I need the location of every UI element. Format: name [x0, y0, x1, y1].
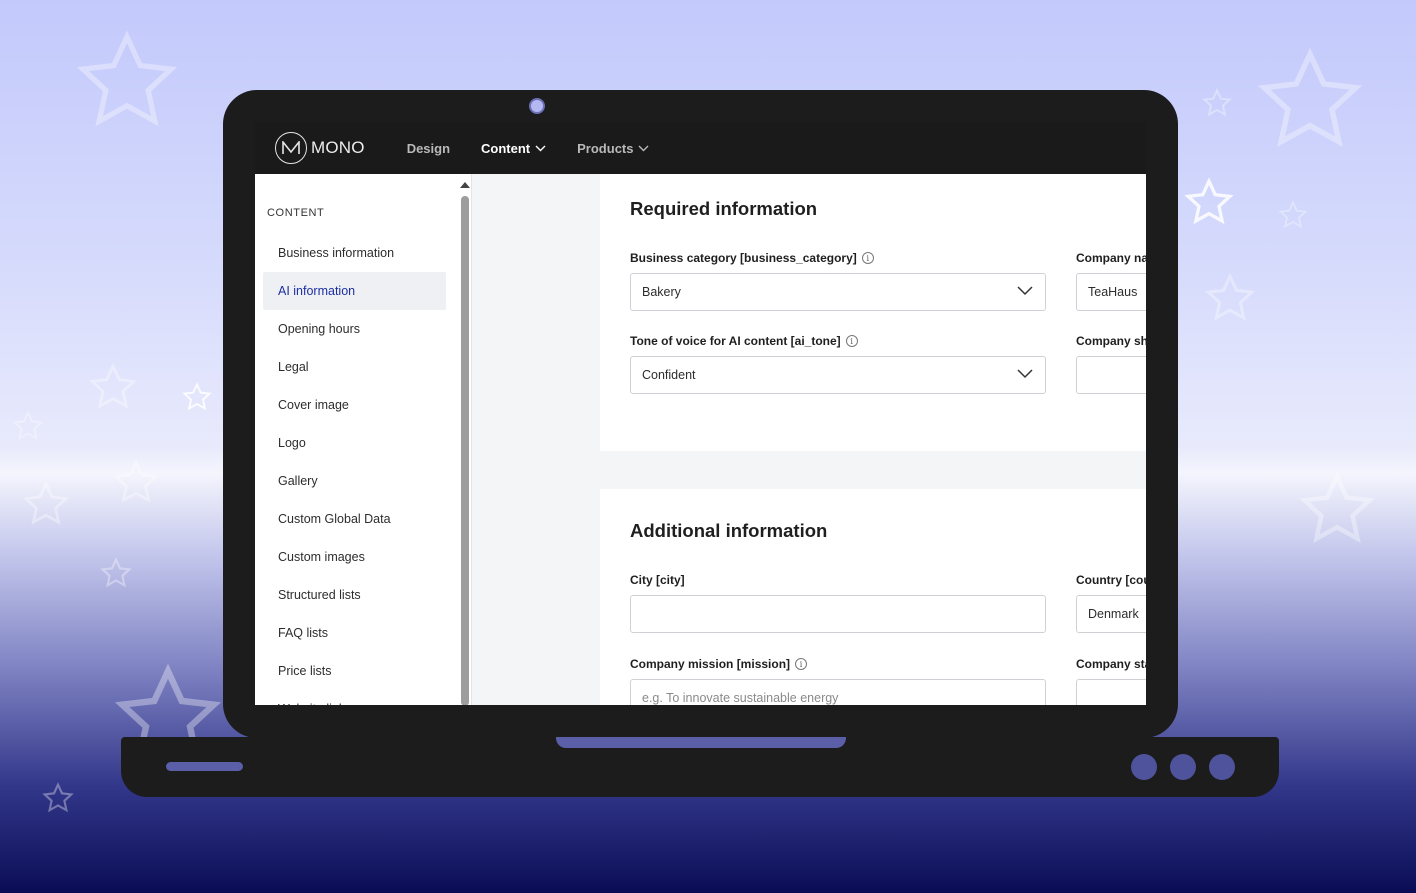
laptop-hinge: [556, 737, 846, 748]
star-icon: [100, 557, 132, 589]
laptop-port: [1131, 754, 1157, 780]
info-icon[interactable]: i: [795, 658, 808, 670]
star-icon: [1184, 177, 1234, 227]
nav-design[interactable]: Design: [407, 141, 450, 156]
nav-products-label: Products: [577, 140, 634, 156]
business-category-label-text: Business category [business_category]: [630, 251, 857, 265]
company-statement-input[interactable]: [1076, 679, 1146, 705]
star-icon: [72, 28, 182, 134]
sidebar-item-ai-information[interactable]: AI information: [263, 272, 446, 310]
star-icon: [22, 480, 70, 528]
business-category-value: Bakery: [642, 285, 681, 299]
top-navigation: MONO Design Content Products: [255, 122, 1146, 174]
sidebar-item-custom-images[interactable]: Custom images: [263, 538, 446, 576]
sidebar-item-legal[interactable]: Legal: [263, 348, 446, 386]
webcam: [529, 98, 545, 114]
section-title-required: Required information: [630, 198, 818, 219]
sidebar-heading: CONTENT: [267, 207, 325, 219]
country-value: Denmark: [1088, 607, 1139, 621]
ai-tone-value: Confident: [642, 368, 696, 382]
star-icon: [1255, 45, 1365, 155]
company-name-value: TeaHaus: [1088, 285, 1138, 299]
chevron-down-icon: [1017, 286, 1033, 296]
city-input[interactable]: [630, 595, 1046, 633]
nav-products[interactable]: Products: [577, 141, 649, 156]
sidebar-item-price-lists[interactable]: Price lists: [263, 652, 446, 690]
country-label: Country [country]: [1076, 573, 1146, 587]
company-short-label: Company short description: [1076, 334, 1146, 348]
company-name-label: Company name: [1076, 251, 1146, 265]
laptop-port: [1209, 754, 1235, 780]
ai-tone-label-text: Tone of voice for AI content [ai_tone]: [630, 334, 841, 348]
star-icon: [1278, 200, 1308, 230]
nav-design-label: Design: [406, 140, 451, 156]
nav-content-label: Content: [481, 140, 531, 156]
business-category-label: Business category [business_category] i: [630, 251, 874, 265]
company-statement-label: Company statement: [1076, 657, 1146, 671]
sidebar-list: Business information AI information Open…: [263, 234, 446, 705]
ai-tone-label: Tone of voice for AI content [ai_tone] i: [630, 334, 858, 348]
additional-information-card: Additional information City [city] Count…: [600, 489, 1146, 705]
sidebar-item-cover-image[interactable]: Cover image: [263, 386, 446, 424]
nav-content[interactable]: Content: [481, 141, 546, 156]
chevron-down-icon: [638, 145, 649, 151]
mission-input[interactable]: e.g. To innovate sustainable energy: [630, 679, 1046, 705]
sidebar-item-logo[interactable]: Logo: [263, 424, 446, 462]
info-icon[interactable]: i: [861, 252, 874, 264]
sidebar-item-custom-global-data[interactable]: Custom Global Data: [263, 500, 446, 538]
sidebar-item-business-information[interactable]: Business information: [263, 234, 446, 272]
country-input[interactable]: Denmark: [1076, 595, 1146, 633]
star-icon: [88, 362, 138, 412]
star-icon: [182, 382, 212, 412]
sidebar-item-structured-lists[interactable]: Structured lists: [263, 576, 446, 614]
chevron-down-icon: [535, 145, 546, 151]
logo-mark-icon: [275, 132, 307, 164]
star-icon: [1202, 88, 1232, 118]
app-screen: MONO Design Content Products CONTENT Bus…: [255, 122, 1146, 705]
chevron-down-icon: [1017, 369, 1033, 379]
star-icon: [1204, 272, 1256, 324]
sidebar-item-website-links[interactable]: Website links: [263, 690, 446, 705]
laptop-slot: [166, 762, 243, 771]
star-icon: [1298, 470, 1376, 548]
scroll-up-arrow-icon[interactable]: [460, 182, 470, 188]
scrollbar-thumb[interactable]: [461, 196, 469, 705]
company-name-input[interactable]: TeaHaus: [1076, 273, 1146, 311]
sidebar-item-gallery[interactable]: Gallery: [263, 462, 446, 500]
brand-name: MONO: [311, 138, 365, 157]
business-category-select[interactable]: Bakery: [630, 273, 1046, 311]
mission-placeholder: e.g. To innovate sustainable energy: [642, 691, 839, 705]
info-icon[interactable]: i: [845, 335, 858, 347]
content-sidebar: CONTENT Business information AI informat…: [255, 174, 472, 705]
company-short-input[interactable]: [1076, 356, 1146, 394]
laptop-port: [1170, 754, 1196, 780]
city-label: City [city]: [630, 573, 685, 587]
star-icon: [42, 782, 74, 814]
star-icon: [12, 410, 44, 442]
star-icon: [112, 458, 160, 506]
section-title-additional: Additional information: [630, 520, 828, 541]
main-content: Required information Business category […: [472, 174, 1146, 705]
mission-label: Company mission [mission] i: [630, 657, 808, 671]
sidebar-scrollbar[interactable]: [460, 174, 472, 705]
sidebar-item-opening-hours[interactable]: Opening hours: [263, 310, 446, 348]
mission-label-text: Company mission [mission]: [630, 657, 791, 671]
required-information-card: Required information Business category […: [600, 174, 1146, 451]
brand-logo[interactable]: MONO: [275, 132, 365, 164]
sidebar-item-faq-lists[interactable]: FAQ lists: [263, 614, 446, 652]
ai-tone-select[interactable]: Confident: [630, 356, 1046, 394]
